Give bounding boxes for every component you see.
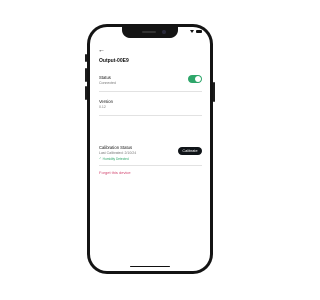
calibration-last: Last Calibrated: 2/10/24: [99, 151, 137, 155]
calibration-badge: ✓ Humidity Detected: [99, 157, 129, 161]
wifi-icon: [190, 30, 194, 33]
calibration-badge-label: Humidity Detected: [102, 157, 129, 161]
status-icons: [190, 30, 202, 33]
battery-icon: [196, 30, 202, 33]
phone-volume-down-button: [85, 86, 87, 100]
phone-volume-up-button: [85, 68, 87, 82]
version-value: 0.12: [99, 105, 106, 109]
forget-device-link[interactable]: Forget this device: [99, 170, 131, 175]
status-value: Connected: [99, 81, 116, 85]
phone-power-button: [213, 82, 215, 102]
toggle-knob: [195, 76, 201, 82]
calibrate-button[interactable]: Calibrate: [178, 147, 202, 155]
notch: [122, 27, 178, 38]
phone-side-button: [85, 54, 87, 62]
version-label: Version: [99, 99, 113, 104]
phone-frame: ← Output-00E9 Status Connected Version 0…: [85, 24, 215, 274]
front-camera: [162, 30, 166, 34]
home-indicator: [130, 265, 170, 267]
divider: [99, 115, 202, 116]
check-icon: ✓: [99, 156, 102, 161]
divider: [99, 165, 202, 166]
speaker-grille: [142, 31, 156, 33]
arrow-left-icon[interactable]: ←: [98, 47, 105, 54]
calibration-label: Calibration Status: [99, 145, 133, 150]
status-label: Status: [99, 75, 111, 80]
app-screen: ← Output-00E9 Status Connected Version 0…: [90, 27, 210, 271]
device-title: Output-00E9: [99, 58, 129, 64]
status-toggle[interactable]: [188, 75, 202, 83]
divider: [99, 91, 202, 92]
